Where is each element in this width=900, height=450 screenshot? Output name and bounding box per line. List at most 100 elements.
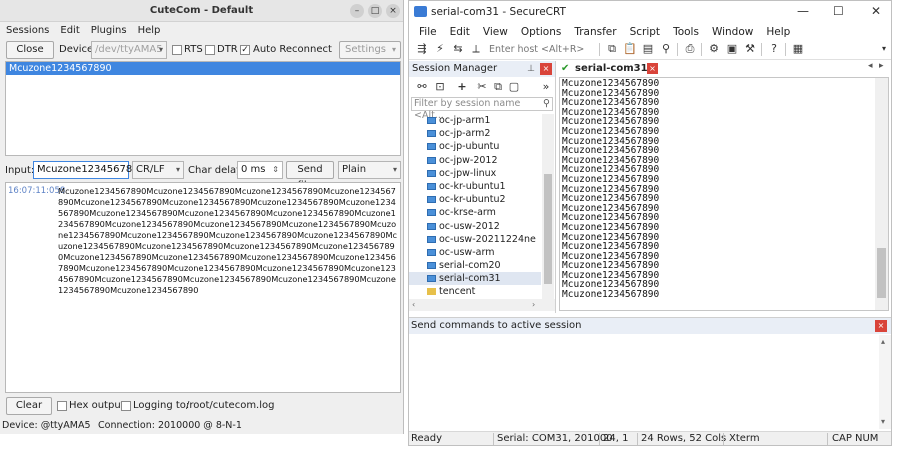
menu-edit[interactable]: Edit [60, 25, 79, 36]
screen-icon[interactable]: ▦ [791, 42, 805, 56]
maximize-icon[interactable]: ☐ [833, 4, 844, 18]
session-filter-input[interactable]: Filter by session name <Alt... ⚲ [411, 97, 553, 121]
scroll-right-icon[interactable]: › [532, 300, 535, 309]
add-session-icon[interactable]: + [455, 80, 469, 94]
print-icon[interactable]: ⎙ [683, 42, 697, 56]
scrollbar-thumb[interactable] [877, 248, 886, 298]
session-item[interactable]: oc-kr-ubuntu2 [409, 193, 541, 206]
paste-alt-icon[interactable]: ▤ [641, 42, 655, 56]
session-item[interactable]: oc-jpw-linux [409, 167, 541, 180]
settings-label: Settings [345, 44, 387, 55]
tab-next-icon[interactable]: ▸ [879, 61, 884, 71]
command-window-scrollbar[interactable]: ▴ ▾ [879, 335, 891, 429]
session-item[interactable]: oc-jp-arm2 [409, 127, 541, 140]
chevrons-right-icon[interactable]: » [539, 80, 553, 94]
command-input[interactable] [409, 335, 879, 429]
session-item[interactable]: oc-usw-2012 [409, 220, 541, 233]
menu-options[interactable]: Options [521, 26, 562, 38]
cut-icon[interactable]: ✂ [475, 80, 489, 94]
session-list-scrollbar[interactable] [542, 114, 554, 299]
dtr-checkbox[interactable] [205, 45, 215, 55]
terminal-screen[interactable]: Mcuzone1234567890 Mcuzone1234567890 Mcuzon… [559, 77, 889, 311]
session-item-selected[interactable]: serial-com31 [409, 272, 541, 286]
close-icon[interactable]: × [540, 63, 552, 75]
chevron-down-icon[interactable]: ▾ [877, 42, 891, 56]
session-item[interactable]: serial-com20 [409, 259, 541, 272]
terminal-scrollbar[interactable] [875, 78, 888, 310]
menu-tools[interactable]: Tools [673, 26, 699, 38]
close-icon[interactable]: × [875, 320, 887, 332]
hex-output-checkbox[interactable] [57, 401, 67, 411]
menu-help[interactable]: Help [766, 26, 790, 38]
pin-icon[interactable]: ⊥ [527, 61, 535, 77]
paste-icon[interactable]: 📋 [623, 42, 637, 56]
quick-connect-icon[interactable]: ⚡ [433, 42, 447, 56]
tab-serial-com31[interactable]: ✔ serial-com31 [561, 61, 648, 77]
scroll-down-icon[interactable]: ▾ [881, 417, 885, 426]
logging-checkbox[interactable] [121, 401, 131, 411]
line-end-select[interactable]: CR/LF ▾ [132, 161, 184, 179]
rts-checkbox[interactable] [172, 45, 182, 55]
close-icon[interactable]: ✕ [871, 4, 881, 18]
settings-button[interactable]: Settings ▾ [339, 41, 401, 59]
connect-tab-icon[interactable]: ⊡ [433, 80, 447, 94]
gear-icon[interactable]: ⚙ [707, 42, 721, 56]
close-port-button[interactable]: Close [6, 41, 54, 59]
copy-icon[interactable]: ⧉ [605, 42, 619, 56]
menu-sessions[interactable]: Sessions [6, 25, 49, 36]
menu-help[interactable]: Help [138, 25, 161, 36]
copy-icon[interactable]: ⧉ [491, 80, 505, 94]
send-mode-select[interactable]: Plain ▾ [338, 161, 401, 179]
link-icon[interactable]: ⚯ [415, 80, 429, 94]
menu-file[interactable]: File [419, 26, 437, 38]
host-input[interactable]: Enter host <Alt+R> [489, 42, 594, 57]
reconnect-icon[interactable]: ⇆ [451, 42, 465, 56]
command-history-list[interactable]: Mcuzone1234567890 [5, 61, 401, 156]
help-icon[interactable]: ? [767, 42, 781, 56]
disconnect-icon[interactable]: ⟂ [469, 42, 483, 56]
paste-icon[interactable]: ▢ [507, 80, 521, 94]
output-area[interactable]: 16:07:11:058 Mcuzone1234567890Mcuzone123… [5, 182, 401, 393]
send-file-button[interactable]: Send file... [286, 161, 334, 191]
char-delay-spinbox[interactable]: 0 ms ⇕ [237, 161, 283, 179]
terminal-output: Mcuzone1234567890 Mcuzone1234567890 Mcuzon… [562, 79, 659, 300]
menu-plugins[interactable]: Plugins [91, 25, 127, 36]
session-options-icon[interactable]: ▣ [725, 42, 739, 56]
session-folder[interactable]: tencent [409, 285, 541, 298]
close-icon[interactable]: × [647, 63, 658, 74]
menu-transfer[interactable]: Transfer [574, 26, 616, 38]
session-item[interactable]: oc-jp-arm1 [409, 114, 541, 127]
connect-icon[interactable]: ⇶ [415, 42, 429, 56]
output-text: Mcuzone1234567890Mcuzone1234567890Mcuzon… [58, 186, 398, 295]
clear-button[interactable]: Clear [6, 397, 52, 415]
menu-script[interactable]: Script [630, 26, 660, 38]
input-field[interactable]: Mcuzone1234567890 [33, 161, 145, 179]
device-select[interactable]: /dev/ttyAMA5 ▾ [91, 41, 167, 59]
securecrt-menubar: File Edit View Options Transfer Script T… [409, 23, 891, 40]
toolbar-separator [761, 43, 762, 56]
scroll-up-icon[interactable]: ▴ [881, 337, 885, 346]
dtr-label: DTR [217, 44, 238, 55]
scrollbar-thumb[interactable] [544, 174, 552, 284]
session-list-hscrollbar[interactable]: ‹ › [409, 299, 555, 311]
status-connection: Connection: 2010000 @ 8-N-1 [98, 420, 242, 431]
session-item[interactable]: oc-jp-ubuntu [409, 140, 541, 153]
scroll-left-icon[interactable]: ‹ [412, 300, 415, 309]
minimize-icon[interactable]: – [350, 4, 364, 18]
session-item[interactable]: oc-kr-ubuntu1 [409, 180, 541, 193]
session-item[interactable]: oc-jpw-2012 [409, 154, 541, 167]
maximize-icon[interactable]: □ [368, 4, 382, 18]
session-item[interactable]: oc-krse-arm [409, 206, 541, 219]
keymap-icon[interactable]: ⚒ [743, 42, 757, 56]
auto-reconnect-checkbox[interactable]: ✓ [240, 45, 250, 55]
menu-edit[interactable]: Edit [450, 26, 470, 38]
session-item[interactable]: oc-usw-arm [409, 246, 541, 259]
close-icon[interactable]: × [386, 4, 400, 18]
history-item[interactable]: Mcuzone1234567890 [6, 62, 400, 75]
find-icon[interactable]: ⚲ [659, 42, 673, 56]
session-item[interactable]: oc-usw-20211224ne [409, 233, 541, 246]
menu-window[interactable]: Window [712, 26, 753, 38]
tab-prev-icon[interactable]: ◂ [868, 61, 873, 71]
minimize-icon[interactable]: — [797, 4, 809, 18]
menu-view[interactable]: View [483, 26, 508, 38]
